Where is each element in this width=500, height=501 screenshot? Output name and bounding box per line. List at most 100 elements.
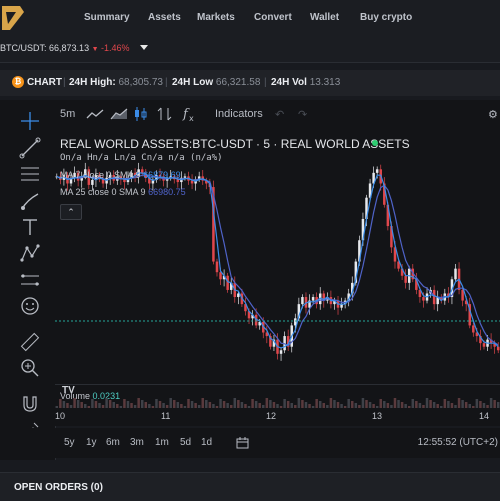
volume-bar <box>475 399 479 408</box>
pair-dropdown-caret-icon[interactable] <box>140 45 148 50</box>
volume-bar <box>276 404 279 408</box>
nav-summary[interactable]: Summary <box>84 12 130 23</box>
ma7-legend-label: MA 7 close 0 SMA 9 <box>60 170 141 180</box>
range-5y[interactable]: 5y <box>64 437 75 448</box>
horizontal-lines-icon[interactable] <box>19 163 41 185</box>
volume-bar <box>375 406 379 408</box>
range-5d[interactable]: 5d <box>180 437 191 448</box>
volume-bar <box>91 399 94 408</box>
indicators-button[interactable]: Indicators <box>215 108 263 120</box>
pattern-tool-icon[interactable] <box>19 242 41 264</box>
compare-icon[interactable] <box>157 106 173 122</box>
volume-bar <box>290 403 293 408</box>
ma7-line <box>56 172 499 349</box>
volume-bar <box>379 399 382 408</box>
open-orders-tab[interactable]: OPEN ORDERS (0) <box>14 482 103 493</box>
volume-bar <box>279 406 283 408</box>
nav-convert[interactable]: Convert <box>254 12 292 23</box>
brush-icon[interactable] <box>19 190 41 212</box>
volume-bar <box>190 401 194 408</box>
pair-selector[interactable]: BTC/USDT: 66,873.13 ▼ -1.46% <box>0 43 130 53</box>
area-chart-icon[interactable] <box>110 108 128 120</box>
text-tool-icon[interactable] <box>19 216 41 238</box>
volume-bar <box>180 404 183 408</box>
volume-bar <box>208 402 212 408</box>
line-chart-icon[interactable] <box>86 108 104 120</box>
volume-bar <box>294 405 297 408</box>
range-6m[interactable]: 6m <box>106 437 120 448</box>
candle-body <box>279 350 283 354</box>
candle-body <box>190 180 194 184</box>
ruler-icon[interactable] <box>19 331 41 353</box>
volume-bar <box>205 400 208 408</box>
volume-bar <box>343 406 347 408</box>
volume-bar <box>479 401 482 408</box>
brand-logo-icon[interactable] <box>0 4 26 32</box>
crosshair-icon[interactable] <box>19 110 41 132</box>
stat-24h-vol: 24H Vol 13.313 <box>271 77 340 88</box>
legend-collapse-chevron-icon[interactable]: ⌃ <box>60 204 82 220</box>
candle-body <box>215 261 219 273</box>
stat-24h-high: 24H High: 68,305.73 <box>69 77 163 88</box>
volume-bar <box>116 404 119 408</box>
volume-bar <box>244 404 247 408</box>
volume-bar <box>80 402 83 408</box>
ma25-legend[interactable]: MA 25 close 0 SMA 9 66980.75 <box>60 187 186 197</box>
fx-indicators-icon[interactable]: fx <box>182 105 198 123</box>
redo-icon[interactable]: ↷ <box>298 108 307 121</box>
volume-bar <box>468 404 471 408</box>
ma7-legend[interactable]: MA 7 close 0 SMA 9 66879.69 <box>60 170 181 180</box>
volume-bar <box>336 402 340 408</box>
projection-tool-icon[interactable] <box>19 269 41 291</box>
volume-bar <box>361 398 365 408</box>
range-1m[interactable]: 1m <box>155 437 169 448</box>
volume-bar <box>137 398 140 408</box>
nav-markets[interactable]: Markets <box>197 12 235 23</box>
magnet-icon[interactable] <box>19 393 41 415</box>
candlestick-icon[interactable] <box>133 106 149 122</box>
volume-bar <box>98 403 101 408</box>
x-tick: 10 <box>55 411 66 421</box>
settings-gear-icon[interactable]: ⚙ <box>488 108 498 121</box>
volume-bar <box>318 401 322 408</box>
ma25-legend-value: 66980.75 <box>148 187 186 197</box>
clock-timezone[interactable]: 12:55:52 (UTC+2) <box>418 437 498 448</box>
zoom-in-icon[interactable] <box>19 357 41 379</box>
emoji-icon[interactable] <box>19 295 41 317</box>
volume-bar <box>436 404 439 408</box>
volume-bar <box>76 400 80 408</box>
nav-wallet[interactable]: Wallet <box>310 12 339 23</box>
interval-selector[interactable]: 5m <box>60 108 75 120</box>
nav-buy-crypto[interactable]: Buy crypto <box>360 12 412 23</box>
volume-bar <box>368 402 372 408</box>
volume-bar <box>119 406 123 408</box>
volume-bars <box>55 398 500 408</box>
volume-bar <box>482 403 486 408</box>
volume-bar <box>94 401 98 408</box>
volume-bar <box>201 398 204 408</box>
volume-bar <box>162 403 165 408</box>
stat-24h-high-value: 68,305.73 <box>118 77 163 88</box>
volume-bar <box>386 403 390 408</box>
range-3m[interactable]: 3m <box>130 437 144 448</box>
undo-icon[interactable]: ↶ <box>275 108 284 121</box>
chart-label[interactable]: CHART <box>27 77 62 88</box>
volume-bar <box>400 402 404 408</box>
volume-bar <box>233 398 237 408</box>
volume-bar <box>493 400 496 408</box>
volume-bar <box>155 399 158 408</box>
volume-bar <box>62 401 66 408</box>
trend-line-icon[interactable] <box>19 137 41 159</box>
range-1d[interactable]: 1d <box>201 437 212 448</box>
date-range-calendar-icon[interactable] <box>236 436 250 449</box>
volume-bar <box>176 402 180 408</box>
nav-assets[interactable]: Assets <box>148 12 181 23</box>
range-1y[interactable]: 1y <box>86 437 97 448</box>
volume-bar <box>393 398 397 408</box>
volume-bar <box>283 399 286 408</box>
volume-bar <box>315 399 318 408</box>
volume-bar <box>326 405 329 408</box>
volume-bar <box>165 405 169 408</box>
volume-bar <box>66 403 69 408</box>
volume-bar <box>183 406 187 408</box>
